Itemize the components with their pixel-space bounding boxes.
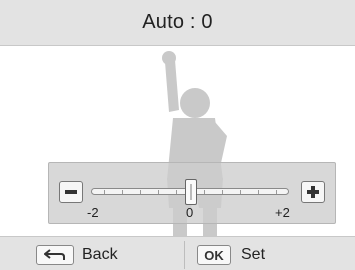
scale-max-label: +2 <box>275 205 290 220</box>
minus-button[interactable] <box>59 181 83 203</box>
exposure-adjust-screen: Auto : 0 -2 0 +2 Back OK Set <box>0 0 355 270</box>
return-arrow-icon <box>44 249 65 260</box>
set-label: Set <box>241 246 266 263</box>
minus-icon <box>65 190 77 194</box>
slider-thumb[interactable] <box>185 179 197 205</box>
scale-min-label: -2 <box>87 205 99 220</box>
scale-mid-label: 0 <box>186 205 194 220</box>
ok-button[interactable]: OK <box>197 245 231 265</box>
page-title: Auto : 0 <box>142 11 213 33</box>
footer-divider <box>184 241 185 269</box>
back-button[interactable] <box>36 245 74 265</box>
ok-key-label: OK <box>204 247 224 263</box>
exposure-slider-panel: -2 0 +2 <box>48 162 336 224</box>
bottom-bar: Back OK Set <box>0 236 355 270</box>
back-label: Back <box>82 246 118 263</box>
plus-button[interactable] <box>301 181 325 203</box>
